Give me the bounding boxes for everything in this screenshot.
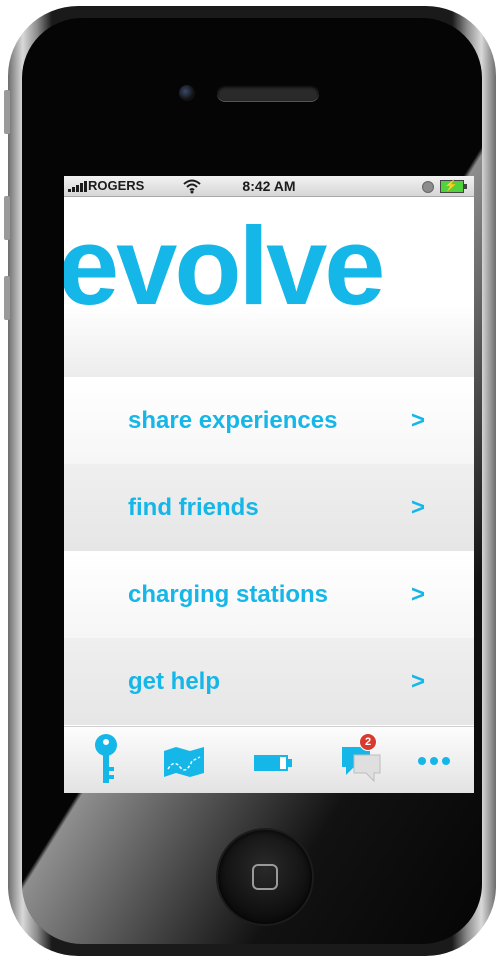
status-bar: ROGERS 8:42 AM ⚡	[64, 176, 474, 197]
home-square-icon	[252, 864, 278, 890]
key-icon	[95, 734, 117, 783]
status-time: 8:42 AM	[242, 178, 296, 194]
tab-map[interactable]	[160, 727, 208, 793]
tab-key[interactable]	[84, 727, 128, 793]
menu-item-label: charging stations	[128, 581, 329, 608]
menu-item-label: get help	[128, 668, 221, 695]
volume-up-button	[4, 196, 10, 240]
battery-icon	[254, 755, 292, 771]
volume-down-button	[4, 276, 10, 320]
chevron-right-icon: >	[411, 581, 426, 608]
chevron-right-icon: >	[411, 407, 426, 434]
menu-item-get-help[interactable]: get help >	[64, 638, 474, 725]
charging-bolt-icon: ⚡	[444, 180, 458, 192]
notification-badge: 2	[359, 733, 377, 751]
app-screen: ROGERS 8:42 AM ⚡ evolve share experience…	[64, 176, 474, 793]
status-battery-icon: ⚡	[440, 180, 467, 193]
menu-item-label: share experiences	[128, 407, 338, 434]
menu-item-find-friends[interactable]: find friends >	[64, 464, 474, 551]
menu-item-share-experiences[interactable]: share experiences >	[64, 377, 474, 464]
tab-bar: 2	[64, 726, 474, 793]
earpiece-speaker	[217, 85, 319, 101]
mute-switch	[4, 90, 10, 134]
chevron-right-icon: >	[411, 494, 426, 521]
front-camera	[179, 85, 195, 101]
tab-more[interactable]	[412, 727, 456, 793]
menu-item-charging-stations[interactable]: charging stations >	[64, 551, 474, 638]
tab-messages[interactable]: 2	[336, 727, 388, 793]
chevron-right-icon: >	[411, 668, 426, 695]
app-header: evolve	[64, 197, 474, 377]
orientation-lock-icon	[422, 181, 434, 193]
app-logo: evolve	[64, 205, 385, 328]
tab-battery[interactable]	[248, 727, 300, 793]
map-icon	[164, 747, 204, 777]
more-dots-icon	[418, 757, 450, 765]
home-button[interactable]	[218, 830, 312, 924]
menu-item-label: find friends	[128, 494, 259, 521]
